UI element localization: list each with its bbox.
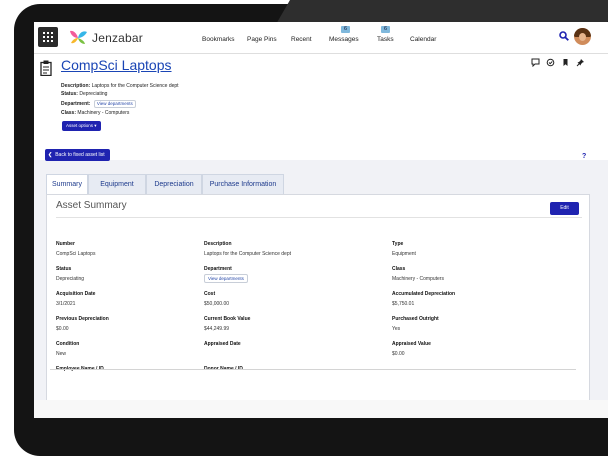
previous-depreciation-label: Previous Depreciation xyxy=(56,316,109,322)
history-icon[interactable] xyxy=(545,58,555,68)
class-label: Class: xyxy=(61,110,77,116)
description-field-label: Description xyxy=(204,241,232,247)
number-value: CompSci Laptops xyxy=(56,251,96,257)
device-frame: Jenzabar Bookmarks Page Pins Recent 6 Me… xyxy=(0,0,608,456)
nav-calendar[interactable]: Calendar xyxy=(410,36,436,43)
tab-purchase-information[interactable]: Purchase Information xyxy=(202,174,284,194)
status-field-value: Depreciating xyxy=(56,276,85,282)
appraised-date-label: Appraised Date xyxy=(204,341,241,347)
section-title: Asset Summary xyxy=(56,200,127,211)
edit-button[interactable]: Edit xyxy=(550,202,579,215)
acquisition-date-value: 3/1/2021 xyxy=(56,301,76,307)
bookmark-icon[interactable] xyxy=(560,58,570,68)
search-icon[interactable] xyxy=(559,31,569,41)
grid-menu-icon[interactable] xyxy=(38,27,58,47)
acquisition-date-label: Acquisition Date xyxy=(56,291,96,297)
class-field-value: Machinery - Computers xyxy=(392,276,444,282)
nav-messages[interactable]: Messages xyxy=(329,36,359,43)
class-value: Machinery - Computers xyxy=(77,110,130,116)
nav-page-pins[interactable]: Page Pins xyxy=(247,36,277,43)
comment-icon[interactable] xyxy=(530,58,540,68)
status-label: Status: xyxy=(61,91,78,97)
department-line: Department: View departments xyxy=(61,100,136,108)
brand-name: Jenzabar xyxy=(92,31,143,45)
cost-label: Cost xyxy=(204,291,216,297)
accumulated-depreciation-label: Accumulated Depreciation xyxy=(392,291,456,297)
asset-header: CompSci Laptops Description: Laptops for… xyxy=(34,54,608,160)
purchased-outright-label: Purchased Outright xyxy=(392,316,439,322)
user-avatar[interactable] xyxy=(574,28,591,45)
chevron-left-icon: ❮ xyxy=(48,152,53,158)
jenzabar-logo-icon xyxy=(70,30,87,44)
appraised-value-label: Appraised Value xyxy=(392,341,431,347)
clipboard-icon xyxy=(40,60,52,76)
nav-tasks[interactable]: Tasks xyxy=(377,36,394,43)
condition-value: New xyxy=(56,351,67,357)
app-screen: Jenzabar Bookmarks Page Pins Recent 6 Me… xyxy=(34,22,608,418)
status-field-label: Status xyxy=(56,266,72,272)
description-value: Laptops for the Computer Science dept xyxy=(91,83,179,89)
previous-depreciation-value: $0.00 xyxy=(56,326,69,332)
section-divider xyxy=(56,217,582,218)
tasks-badge: 6 xyxy=(381,26,390,33)
class-field-label: Class xyxy=(392,266,406,272)
tab-summary[interactable]: Summary xyxy=(46,174,88,195)
description-field-value: Laptops for the Computer Science dept xyxy=(204,251,291,257)
nav-recent[interactable]: Recent xyxy=(291,36,312,43)
tab-depreciation[interactable]: Depreciation xyxy=(146,174,202,194)
department-label: Department: xyxy=(61,101,91,107)
asset-summary-panel: Asset Summary Edit Number CompSci Laptop… xyxy=(46,194,590,418)
condition-label: Condition xyxy=(56,341,80,347)
top-navigation: Jenzabar Bookmarks Page Pins Recent 6 Me… xyxy=(34,22,608,54)
bottom-divider xyxy=(50,369,576,370)
status-value: Depreciating xyxy=(79,91,108,97)
cost-value: $50,000.00 xyxy=(204,301,230,307)
back-to-list-button[interactable]: ❮ Back to fixed asset list xyxy=(45,149,110,161)
status-line: Status: Depreciating xyxy=(61,91,107,97)
current-book-value-label: Current Book Value xyxy=(204,316,251,322)
type-value: Equipment xyxy=(392,251,416,257)
pin-icon[interactable] xyxy=(575,58,585,68)
back-button-label: Back to fixed asset list xyxy=(55,152,105,158)
class-line: Class: Machinery - Computers xyxy=(61,110,129,116)
department-view-link[interactable]: View departments xyxy=(204,274,248,283)
description-line: Description: Laptops for the Computer Sc… xyxy=(61,83,179,89)
help-icon[interactable]: ? xyxy=(582,153,586,160)
department-field-label: Department xyxy=(204,266,232,272)
page-title[interactable]: CompSci Laptops xyxy=(61,57,172,73)
appraised-value-value: $0.00 xyxy=(392,351,405,357)
current-book-value-value: $44,249.99 xyxy=(204,326,230,332)
messages-badge: 6 xyxy=(341,26,350,33)
nav-bookmarks[interactable]: Bookmarks xyxy=(202,36,235,43)
tab-equipment[interactable]: Equipment xyxy=(88,174,146,194)
bezel-glare xyxy=(277,0,608,22)
asset-options-button[interactable]: Asset options ▾ xyxy=(62,121,101,131)
number-label: Number xyxy=(56,241,75,247)
description-label: Description: xyxy=(61,83,91,89)
type-label: Type xyxy=(392,241,404,247)
screen-footer xyxy=(34,400,608,418)
accumulated-depreciation-value: $5,750.01 xyxy=(392,301,415,307)
purchased-outright-value: Yes xyxy=(392,326,401,332)
view-departments-link[interactable]: View departments xyxy=(93,100,136,108)
